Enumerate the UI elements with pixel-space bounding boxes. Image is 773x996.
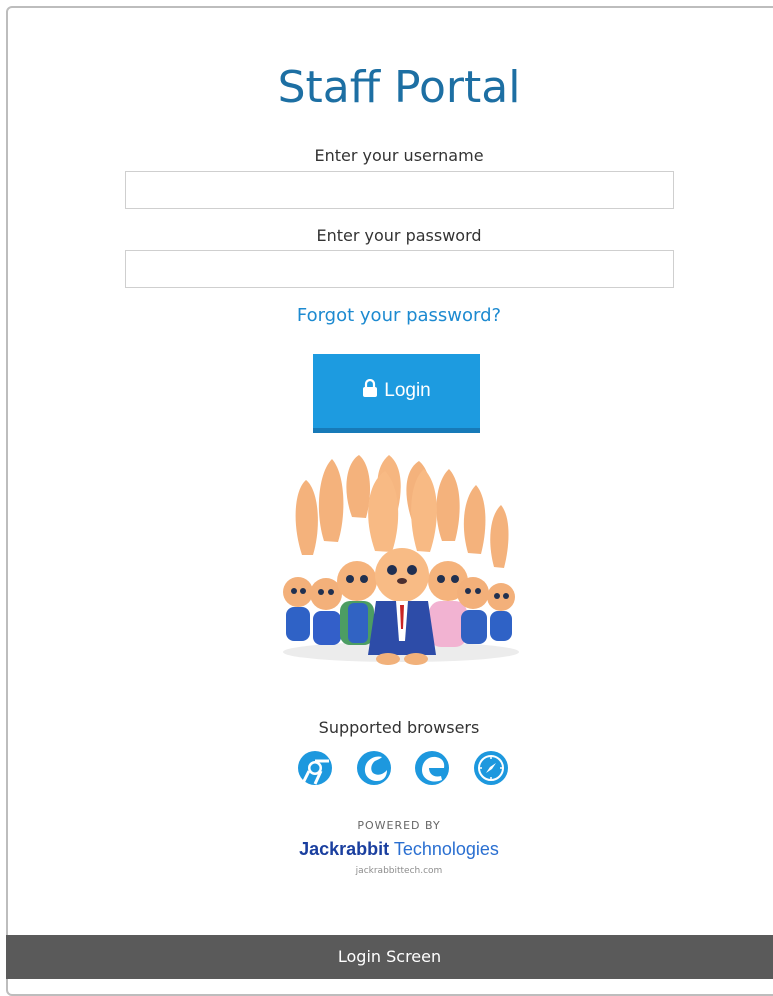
supported-browsers-label: Supported browsers bbox=[318, 718, 480, 737]
password-label: Enter your password bbox=[316, 226, 482, 245]
firefox-icon bbox=[356, 751, 391, 785]
page-title: Staff Portal bbox=[277, 62, 521, 113]
brand-name-rest: Technologies bbox=[389, 839, 499, 859]
website-text: jackrabbittech.com bbox=[355, 866, 443, 876]
login-button-label: Login bbox=[384, 380, 431, 401]
powered-by-label: POWERED BY bbox=[357, 819, 441, 832]
brand-name-bold: Jackrabbit bbox=[299, 839, 390, 859]
lock-icon bbox=[362, 378, 378, 403]
username-input[interactable] bbox=[125, 171, 674, 209]
jackrabbit-logo: Jackrabbit Technologies bbox=[0, 839, 773, 860]
forgot-password-link[interactable]: Forgot your password? bbox=[0, 305, 773, 326]
footer-label: Login Screen bbox=[337, 947, 442, 966]
edge-icon bbox=[415, 751, 450, 785]
footer-bar: Login Screen bbox=[6, 935, 773, 979]
username-label: Enter your username bbox=[314, 146, 484, 165]
jackrabbit-mascot-group-image bbox=[283, 455, 519, 665]
supported-browsers-list bbox=[297, 750, 509, 786]
password-input[interactable] bbox=[125, 250, 674, 288]
safari-icon bbox=[473, 751, 508, 785]
chrome-icon bbox=[298, 751, 332, 785]
login-button[interactable]: Login bbox=[313, 354, 480, 433]
